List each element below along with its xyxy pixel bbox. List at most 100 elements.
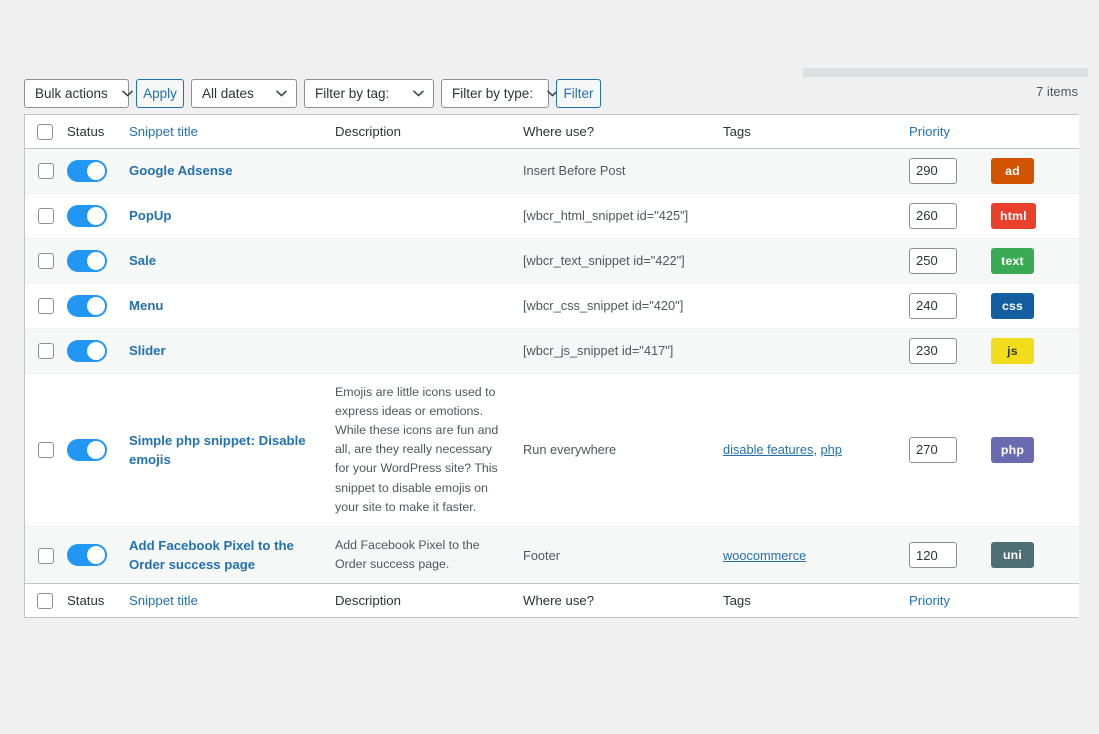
snippet-title-link[interactable]: Slider bbox=[129, 341, 166, 360]
toggle-knob bbox=[87, 251, 105, 270]
chevron-down-icon bbox=[399, 90, 424, 97]
where-use-value: [wbcr_text_snippet id="422"] bbox=[523, 253, 685, 268]
where-use-value: Insert Before Post bbox=[523, 163, 626, 178]
select-all-checkbox-footer[interactable] bbox=[37, 592, 53, 609]
snippet-description: Emojis are little icons used to express … bbox=[335, 384, 499, 514]
row-tags-cell: disable features, php bbox=[723, 373, 909, 527]
snippet-type-badge: uni bbox=[991, 542, 1034, 569]
row-priority-cell bbox=[909, 193, 991, 238]
priority-input[interactable] bbox=[909, 292, 957, 319]
priority-input[interactable] bbox=[909, 202, 957, 229]
row-checkbox[interactable] bbox=[38, 547, 54, 564]
status-toggle[interactable] bbox=[67, 339, 107, 362]
type-filter-label: Filter by type: bbox=[452, 86, 534, 101]
priority-input[interactable] bbox=[909, 337, 957, 364]
status-toggle[interactable] bbox=[67, 438, 107, 461]
type-filter-select[interactable]: Filter by type: bbox=[441, 79, 558, 108]
row-where-use-cell: Run everywhere bbox=[523, 373, 723, 527]
row-checkbox[interactable] bbox=[38, 207, 54, 224]
priority-input[interactable] bbox=[909, 542, 957, 569]
row-checkbox[interactable] bbox=[38, 342, 54, 359]
row-type-cell: css bbox=[991, 283, 1079, 328]
footer-row: Status Snippet title Description Where u… bbox=[25, 583, 1079, 617]
snippets-table: Status Snippet title Description Where u… bbox=[24, 114, 1079, 618]
row-select-cell bbox=[25, 527, 67, 584]
toggle-knob bbox=[87, 161, 105, 180]
row-description-cell bbox=[335, 148, 523, 193]
snippet-title-link[interactable]: Google Adsense bbox=[129, 161, 233, 180]
row-select-cell bbox=[25, 193, 67, 238]
priority-input[interactable] bbox=[909, 247, 957, 274]
tag-link[interactable]: disable features bbox=[723, 442, 813, 457]
row-type-cell: html bbox=[991, 193, 1079, 238]
date-filter-select[interactable]: All dates bbox=[191, 79, 297, 108]
status-toggle[interactable] bbox=[67, 159, 107, 182]
toggle-knob bbox=[87, 296, 105, 315]
snippet-title-link[interactable]: PopUp bbox=[129, 206, 172, 225]
where-use-value: [wbcr_js_snippet id="417"] bbox=[523, 343, 674, 358]
snippet-title-link[interactable]: Menu bbox=[129, 296, 163, 315]
tag-link[interactable]: php bbox=[820, 442, 841, 457]
row-description-cell bbox=[335, 193, 523, 238]
header-priority[interactable]: Priority bbox=[909, 115, 991, 149]
row-priority-cell bbox=[909, 148, 991, 193]
header-tags: Tags bbox=[723, 115, 909, 149]
status-toggle[interactable] bbox=[67, 294, 107, 317]
row-description-cell bbox=[335, 283, 523, 328]
priority-input[interactable] bbox=[909, 436, 957, 463]
row-description-cell bbox=[335, 328, 523, 373]
row-tags-cell: woocommerce bbox=[723, 527, 909, 584]
items-count: 7 items bbox=[1036, 84, 1078, 99]
header-snippet-title[interactable]: Snippet title bbox=[129, 115, 335, 149]
status-toggle[interactable] bbox=[67, 204, 107, 227]
row-where-use-cell: Footer bbox=[523, 527, 723, 584]
row-priority-cell bbox=[909, 527, 991, 584]
row-description-cell: Emojis are little icons used to express … bbox=[335, 373, 523, 527]
table-footer: Status Snippet title Description Where u… bbox=[25, 583, 1079, 617]
toggle-knob bbox=[87, 440, 105, 459]
select-all-checkbox[interactable] bbox=[37, 123, 53, 140]
row-tags-cell bbox=[723, 193, 909, 238]
table-body: Google Adsense Insert Before Post ad PopUp [… bbox=[25, 148, 1079, 584]
footer-snippet-title[interactable]: Snippet title bbox=[129, 583, 335, 617]
row-type-cell: ad bbox=[991, 148, 1079, 193]
status-toggle[interactable] bbox=[67, 249, 107, 272]
row-title-cell: Sale bbox=[129, 238, 335, 283]
snippet-title-link[interactable]: Sale bbox=[129, 251, 156, 270]
row-status-cell bbox=[67, 148, 129, 193]
row-status-cell bbox=[67, 283, 129, 328]
footer-priority[interactable]: Priority bbox=[909, 583, 991, 617]
tag-filter-select[interactable]: Filter by tag: bbox=[304, 79, 434, 108]
header-row: Status Snippet title Description Where u… bbox=[25, 115, 1079, 149]
apply-button[interactable]: Apply bbox=[136, 79, 184, 108]
row-description-cell: Add Facebook Pixel to the Order success … bbox=[335, 527, 523, 584]
row-checkbox[interactable] bbox=[38, 252, 54, 269]
row-priority-cell bbox=[909, 238, 991, 283]
snippet-title-link[interactable]: Simple php snippet: Disable emojis bbox=[129, 431, 321, 469]
row-priority-cell bbox=[909, 373, 991, 527]
filter-button[interactable]: Filter bbox=[556, 79, 601, 108]
row-checkbox[interactable] bbox=[38, 162, 54, 179]
header-description: Description bbox=[335, 115, 523, 149]
bulk-actions-select[interactable]: Bulk actions bbox=[24, 79, 133, 108]
snippet-title-link[interactable]: Add Facebook Pixel to the Order success … bbox=[129, 536, 321, 574]
footer-type bbox=[991, 583, 1079, 617]
row-title-cell: Menu bbox=[129, 283, 335, 328]
status-toggle[interactable] bbox=[67, 544, 107, 567]
snippet-type-badge: js bbox=[991, 337, 1034, 364]
priority-input[interactable] bbox=[909, 157, 957, 184]
tag-link[interactable]: woocommerce bbox=[723, 548, 806, 563]
row-priority-cell bbox=[909, 283, 991, 328]
select-all-footer-header bbox=[25, 583, 67, 617]
header-type bbox=[991, 115, 1079, 149]
header-where-use: Where use? bbox=[523, 115, 723, 149]
row-description-cell bbox=[335, 238, 523, 283]
row-where-use-cell: Insert Before Post bbox=[523, 148, 723, 193]
top-partial-bar bbox=[803, 68, 1088, 77]
row-checkbox[interactable] bbox=[38, 297, 54, 314]
where-use-value: Run everywhere bbox=[523, 442, 617, 458]
table-row: PopUp [wbcr_html_snippet id="425"] html bbox=[25, 193, 1079, 238]
row-checkbox[interactable] bbox=[38, 442, 54, 459]
chevron-down-icon bbox=[108, 90, 133, 97]
apply-button-label: Apply bbox=[143, 86, 177, 101]
